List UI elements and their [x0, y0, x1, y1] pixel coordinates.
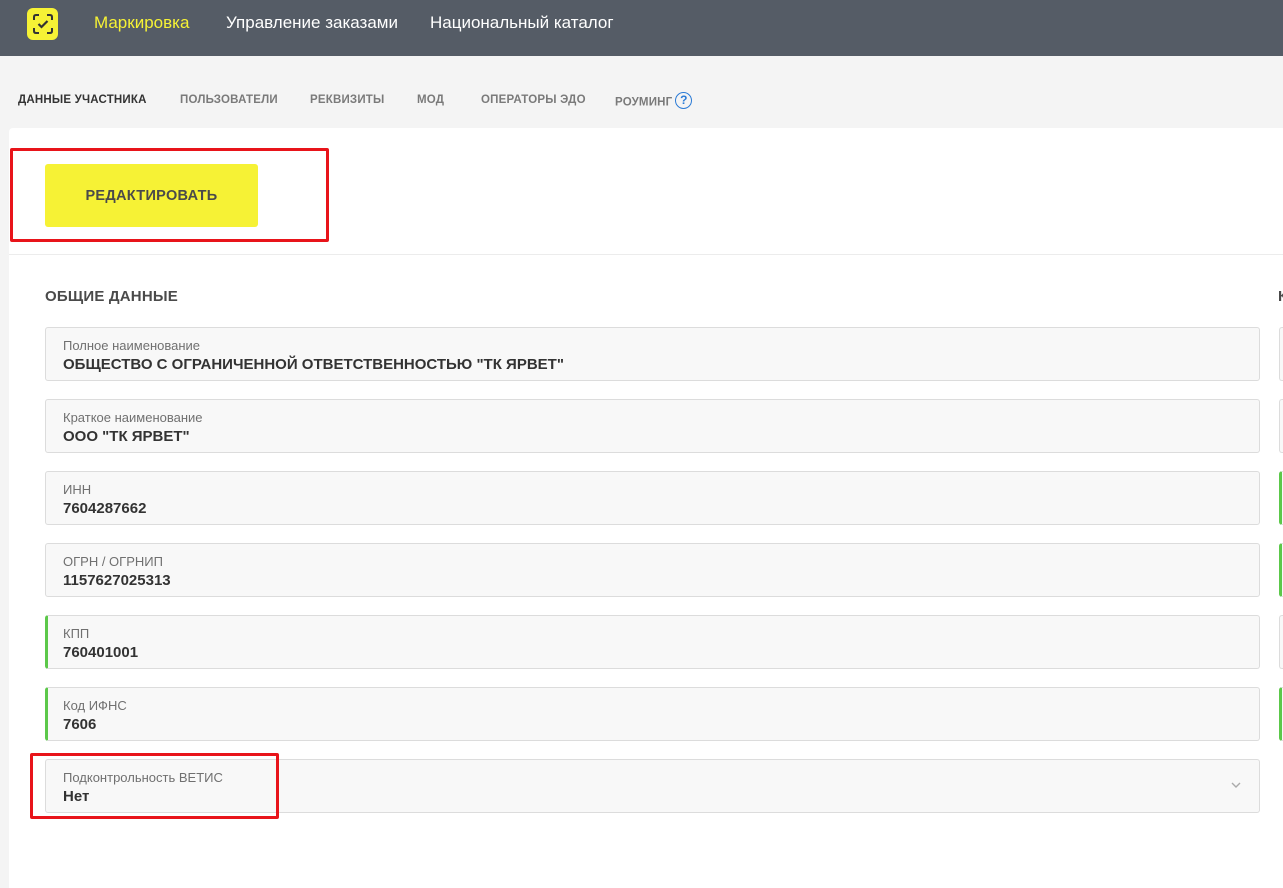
right-column-field[interactable] — [1279, 615, 1283, 669]
tab-mod[interactable]: МОД — [417, 94, 444, 106]
field-label: Полное наименование — [63, 338, 201, 353]
tab-edo-operators[interactable]: ОПЕРАТОРЫ ЭДО — [481, 94, 586, 106]
field-value: 760401001 — [63, 644, 139, 661]
field-value: ОБЩЕСТВО С ОГРАНИЧЕННОЙ ОТВЕТСТВЕННОСТЬЮ… — [63, 356, 564, 373]
select-vetis-control[interactable]: Подконтрольность ВЕТИС Нет — [45, 759, 1260, 813]
right-column-field[interactable] — [1279, 543, 1283, 597]
field-label: ИНН — [63, 482, 92, 497]
section-title-general: ОБЩИЕ ДАННЫЕ — [45, 288, 178, 305]
field-value: 7604287662 — [63, 500, 147, 517]
field-full-name[interactable]: Полное наименование ОБЩЕСТВО С ОГРАНИЧЕН… — [45, 327, 1260, 381]
top-bar: Маркировка Управление заказами Националь… — [0, 0, 1283, 56]
right-column-field[interactable] — [1279, 471, 1283, 525]
tab-requisites[interactable]: РЕКВИЗИТЫ — [310, 94, 384, 106]
field-ogrn[interactable]: ОГРН / ОГРНИП 1157627025313 — [45, 543, 1260, 597]
right-column-field[interactable] — [1279, 687, 1283, 741]
participant-card: РЕДАКТИРОВАТЬ ОБЩИЕ ДАННЫЕ К Полное наим… — [9, 128, 1283, 888]
nav-national-catalog[interactable]: Национальный каталог — [430, 13, 614, 33]
chevron-down-icon — [1231, 782, 1241, 788]
tab-users[interactable]: ПОЛЬЗОВАТЕЛИ — [180, 94, 278, 106]
help-circle-icon[interactable]: ? — [675, 92, 693, 109]
nav-marking[interactable]: Маркировка — [94, 13, 189, 33]
field-inn[interactable]: ИНН 7604287662 — [45, 471, 1260, 525]
edit-button[interactable]: РЕДАКТИРОВАТЬ — [45, 164, 258, 227]
tab-roaming[interactable]: РОУМИНГ? — [615, 92, 693, 111]
sub-navigation: ДАННЫЕ УЧАСТНИКА ПОЛЬЗОВАТЕЛИ РЕКВИЗИТЫ … — [0, 56, 1283, 128]
field-value: 7606 — [63, 716, 97, 733]
tab-participant-data[interactable]: ДАННЫЕ УЧАСТНИКА — [18, 94, 147, 106]
nav-order-management[interactable]: Управление заказами — [226, 13, 398, 33]
field-label: Краткое наименование — [63, 410, 203, 425]
field-short-name[interactable]: Краткое наименование ООО "ТК ЯРВЕТ" — [45, 399, 1260, 453]
card-header: РЕДАКТИРОВАТЬ — [9, 128, 1283, 255]
tab-roaming-label: РОУМИНГ — [615, 96, 673, 109]
field-label: ОГРН / ОГРНИП — [63, 554, 163, 569]
field-label: КПП — [63, 626, 90, 641]
field-value: 1157627025313 — [63, 572, 171, 589]
field-value: ООО "ТК ЯРВЕТ" — [63, 428, 190, 445]
right-column-field[interactable] — [1279, 399, 1283, 453]
field-kpp[interactable]: КПП 760401001 — [45, 615, 1260, 669]
section-title-right-fragment: К — [1278, 288, 1283, 305]
right-column-field[interactable] — [1279, 327, 1283, 381]
field-ifns-code[interactable]: Код ИФНС 7606 — [45, 687, 1260, 741]
field-label: Код ИФНС — [63, 698, 127, 713]
field-value: Нет — [63, 788, 90, 805]
scan-check-icon — [32, 14, 53, 34]
field-label: Подконтрольность ВЕТИС — [63, 770, 223, 785]
app-logo[interactable] — [27, 8, 58, 40]
